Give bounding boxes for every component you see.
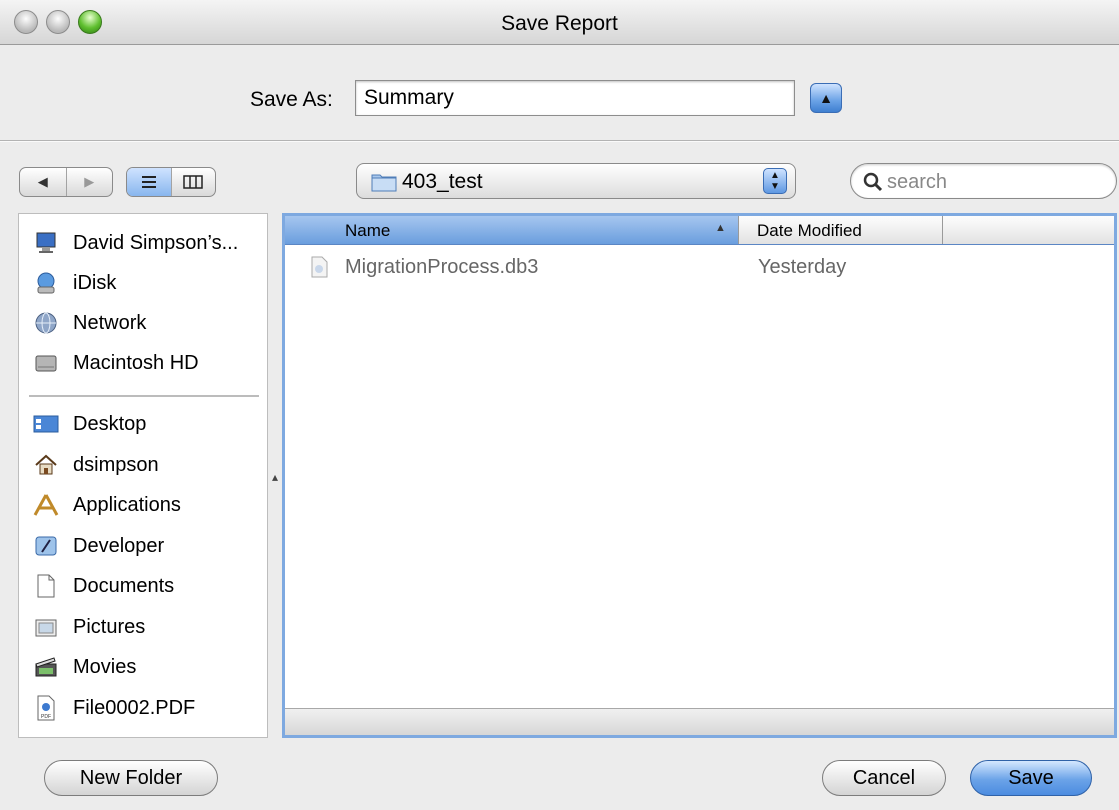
back-arrow-icon: ◀ — [37, 174, 48, 189]
sidebar-item-desktop[interactable]: Desktop — [33, 407, 146, 441]
column-header-row: Name ▲ Date Modified — [285, 216, 1114, 245]
sidebar-item-pictures[interactable]: Pictures — [33, 610, 145, 644]
sidebar-item-label: Developer — [73, 534, 165, 557]
applications-icon — [33, 492, 59, 518]
title-bar: Save Report — [0, 0, 1119, 45]
sidebar-item-label: iDisk — [73, 271, 117, 294]
view-mode-group — [126, 167, 216, 197]
column-header-label: Date Modified — [757, 221, 862, 240]
sidebar-item-label: Desktop — [73, 412, 147, 435]
sidebar: David Simpson’s... iDisk Network Macinto… — [18, 213, 268, 738]
column-header-filler — [943, 216, 1114, 244]
popup-arrows-icon: ▲ ▼ — [763, 168, 787, 194]
sidebar-item-label: Movies — [73, 655, 137, 678]
folder-path-popup[interactable]: 403_test ▲ ▼ — [356, 163, 796, 199]
sidebar-item-label: Macintosh HD — [73, 351, 199, 374]
developer-icon — [33, 533, 59, 559]
network-icon — [33, 310, 59, 336]
column-header-name[interactable]: Name — [345, 221, 390, 241]
file-browser: Name ▲ Date Modified MigrationProcess.db… — [282, 213, 1117, 738]
sidebar-item-label: Network — [73, 311, 147, 334]
sidebar-item-network[interactable]: Network — [33, 306, 146, 340]
collapse-toggle-button[interactable]: ▲ — [810, 83, 842, 113]
file-name: MigrationProcess.db3 — [345, 256, 539, 278]
sidebar-item-applications[interactable]: Applications — [33, 488, 181, 522]
search-icon — [863, 172, 883, 192]
sidebar-item-label: File0002.PDF — [73, 696, 196, 719]
column-view-icon — [183, 175, 203, 189]
back-button[interactable]: ◀ — [20, 168, 67, 196]
column-view-button[interactable] — [172, 168, 216, 196]
svg-text:PDF: PDF — [41, 714, 51, 720]
folder-icon — [371, 174, 397, 192]
sidebar-item-label: Applications — [73, 493, 181, 516]
search-placeholder: search — [887, 171, 948, 193]
sidebar-item-macintosh-hd[interactable]: Macintosh HD — [33, 346, 199, 380]
sidebar-item-label: Documents — [73, 574, 175, 597]
list-view-icon — [141, 176, 156, 188]
sidebar-item-pdf-file[interactable]: PDF File0002.PDF — [33, 691, 195, 725]
divider — [0, 140, 1119, 142]
sidebar-item-computer[interactable]: David Simpson’s... — [33, 226, 238, 260]
movies-icon — [33, 654, 59, 680]
pictures-icon — [33, 614, 59, 640]
database-file-icon — [311, 256, 328, 278]
hard-drive-icon — [33, 350, 59, 376]
table-row[interactable]: MigrationProcess.db3 Yesterday — [285, 252, 1114, 282]
forward-arrow-icon: ▶ — [84, 174, 95, 189]
sidebar-item-movies[interactable]: Movies — [33, 650, 136, 684]
sidebar-divider — [29, 395, 259, 397]
save-as-label: Save As: — [250, 88, 333, 111]
current-folder-label: 403_test — [402, 170, 483, 193]
documents-icon — [33, 573, 59, 599]
triangle-up-icon: ▲ — [819, 90, 833, 106]
save-as-input[interactable] — [355, 80, 795, 116]
sidebar-item-idisk[interactable]: iDisk — [33, 266, 116, 300]
pdf-icon: PDF — [33, 695, 59, 721]
home-icon — [33, 452, 59, 478]
desktop-icon — [33, 411, 59, 437]
sidebar-item-developer[interactable]: Developer — [33, 529, 164, 563]
search-field[interactable]: search — [850, 163, 1117, 199]
save-button[interactable]: Save — [970, 760, 1092, 796]
sidebar-item-label: David Simpson’s... — [73, 231, 239, 254]
file-date: Yesterday — [758, 256, 847, 278]
cancel-button[interactable]: Cancel — [822, 760, 946, 796]
column-header-date-modified[interactable]: Date Modified — [738, 216, 943, 244]
sidebar-item-label: dsimpson — [73, 453, 159, 476]
sort-ascending-icon: ▲ — [715, 222, 726, 234]
sidebar-item-home[interactable]: dsimpson — [33, 448, 159, 482]
forward-button[interactable]: ▶ — [67, 168, 113, 196]
new-folder-button[interactable]: New Folder — [44, 760, 218, 796]
back-forward-group: ◀ ▶ — [19, 167, 113, 197]
horizontal-scrollbar[interactable] — [285, 708, 1114, 735]
splitter-handle[interactable]: ▴ — [272, 470, 278, 484]
computer-icon — [33, 230, 59, 256]
sidebar-item-label: Pictures — [73, 615, 146, 638]
sidebar-item-documents[interactable]: Documents — [33, 569, 174, 603]
window-title: Save Report — [501, 12, 618, 35]
idisk-icon — [33, 270, 59, 296]
list-view-button[interactable] — [127, 168, 172, 196]
